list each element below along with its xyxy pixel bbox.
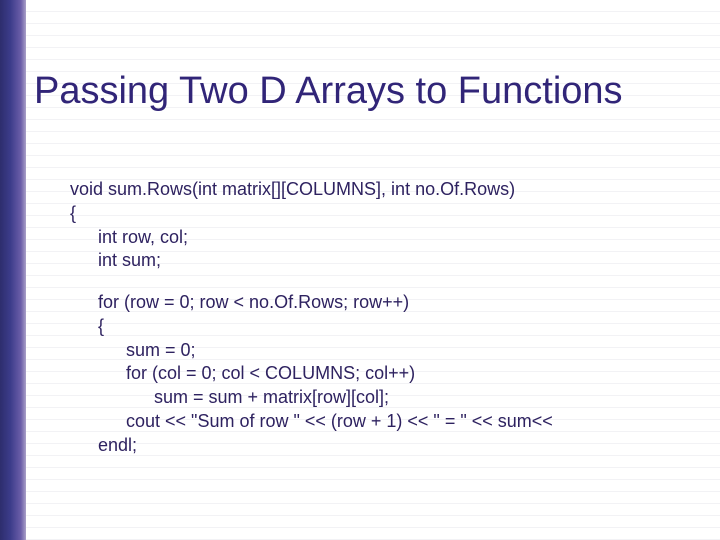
- code-line: cout << "Sum of row " << (row + 1) << " …: [70, 410, 700, 434]
- code-line: for (col = 0; col < COLUMNS; col++): [70, 362, 700, 386]
- code-line: int row, col;: [70, 226, 700, 250]
- code-line: void sum.Rows(int matrix[][COLUMNS], int…: [70, 178, 700, 202]
- code-line: int sum;: [70, 249, 700, 273]
- code-block: void sum.Rows(int matrix[][COLUMNS], int…: [70, 178, 700, 457]
- code-line: endl;: [70, 434, 700, 458]
- left-stripe: [0, 0, 26, 540]
- code-line: {: [70, 202, 700, 226]
- code-line: {: [70, 315, 700, 339]
- code-line: sum = sum + matrix[row][col];: [70, 386, 700, 410]
- slide: Passing Two D Arrays to Functions void s…: [0, 0, 720, 540]
- code-line: for (row = 0; row < no.Of.Rows; row++): [70, 291, 700, 315]
- blank-line: [70, 273, 700, 291]
- code-line: sum = 0;: [70, 339, 700, 363]
- slide-title: Passing Two D Arrays to Functions: [34, 70, 714, 113]
